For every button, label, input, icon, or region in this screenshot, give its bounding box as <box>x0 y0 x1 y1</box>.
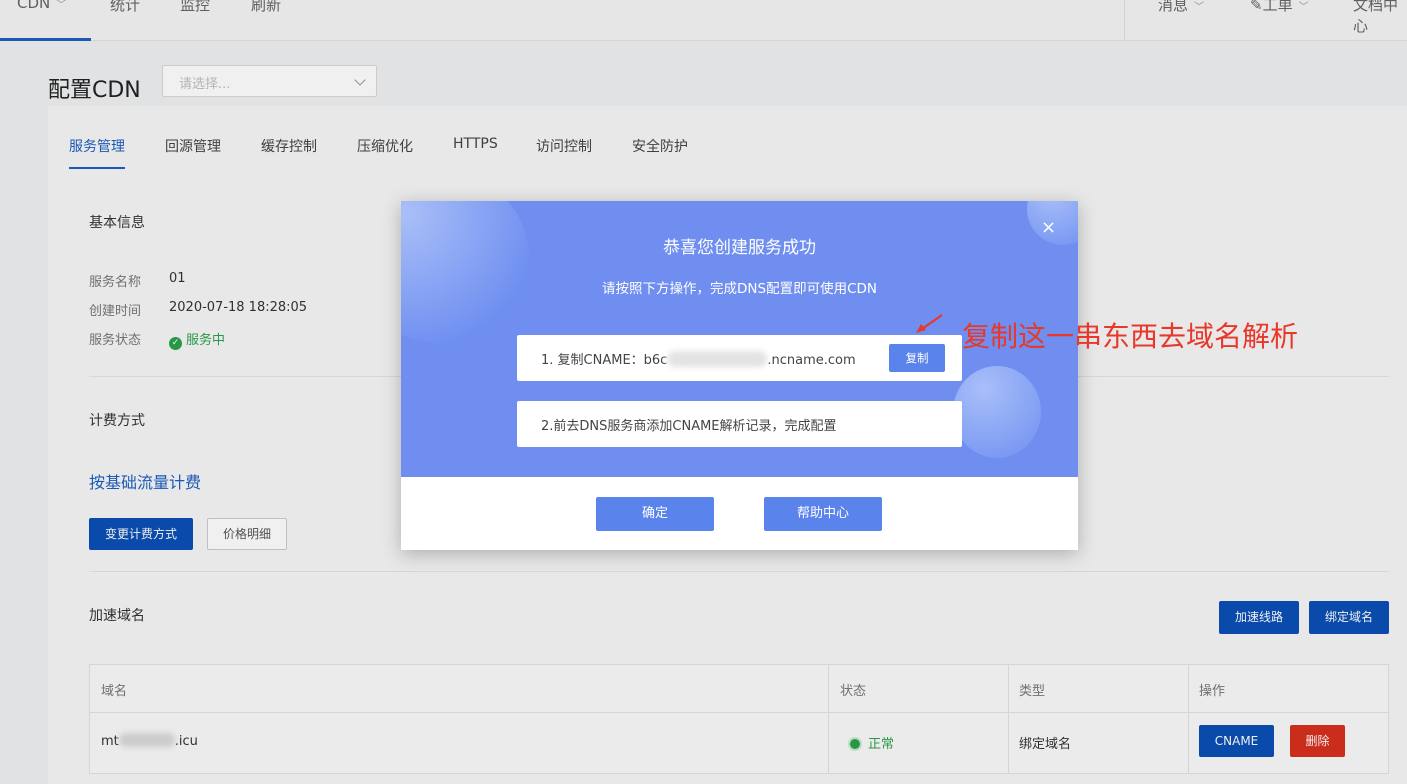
decorative-bubble <box>953 366 1041 458</box>
confirm-button[interactable]: 确定 <box>596 497 714 531</box>
modal-subtitle: 请按照下方操作，完成DNS配置即可使用CDN <box>602 281 877 297</box>
modal-title: 恭喜您创建服务成功 <box>663 238 816 258</box>
annotation-arrow-icon <box>916 314 943 333</box>
decorative-bubble <box>401 201 529 343</box>
step1-prefix: 1. 复制CNAME：b6c <box>541 353 668 368</box>
step-card-dns: 2.前去DNS服务商添加CNAME解析记录，完成配置 <box>517 401 962 447</box>
step1-text: 1. 复制CNAME：b6c .ncname.com <box>541 349 856 368</box>
step2-text: 2.前去DNS服务商添加CNAME解析记录，完成配置 <box>541 419 837 434</box>
redacted-text <box>667 351 768 367</box>
step1-suffix: .ncname.com <box>767 353 856 368</box>
annotation-text: 复制这一串东西去域名解析 <box>962 320 1299 353</box>
step-card-cname: 1. 复制CNAME：b6c .ncname.com 复制 <box>517 335 962 381</box>
success-modal: 恭喜您创建服务成功 请按照下方操作，完成DNS配置即可使用CDN × 1. 复制… <box>401 201 1078 550</box>
copy-button[interactable]: 复制 <box>889 344 945 372</box>
close-icon[interactable]: × <box>1041 219 1056 237</box>
help-center-button[interactable]: 帮助中心 <box>764 497 882 531</box>
